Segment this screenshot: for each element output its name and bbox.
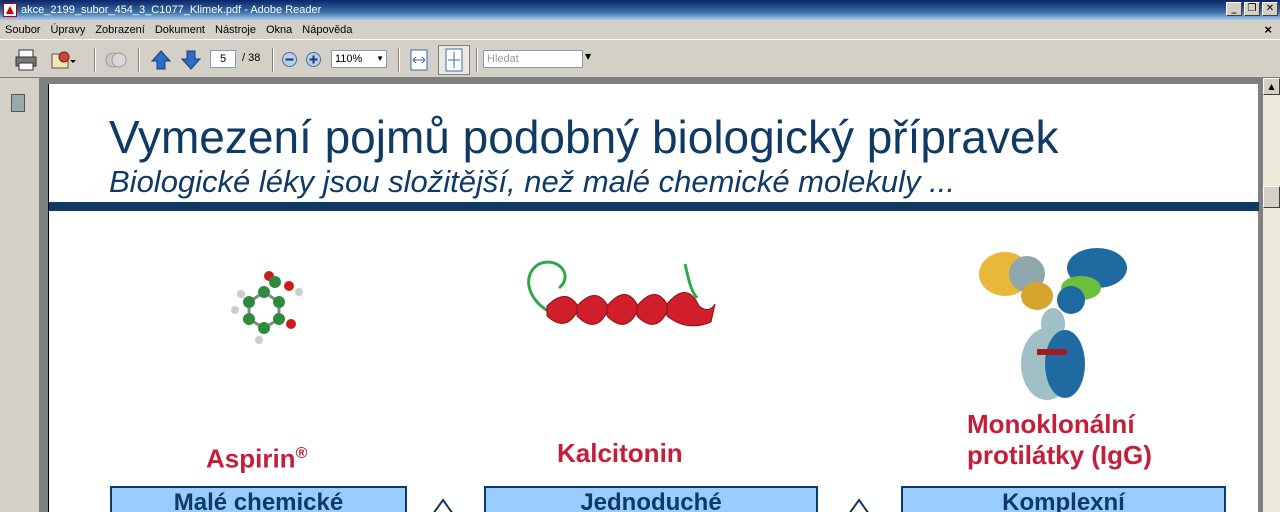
slide-subtitle: Biologické léky jsou složitější, než mal… bbox=[109, 164, 955, 199]
menu-upravy[interactable]: Úpravy bbox=[45, 24, 90, 36]
zoom-select[interactable]: 110% ▼ bbox=[331, 50, 387, 68]
aspirin-molecule-image bbox=[231, 271, 303, 344]
zoom-out-icon[interactable] bbox=[281, 51, 298, 68]
page-number-input[interactable]: 5 bbox=[210, 50, 236, 68]
menu-zobrazeni[interactable]: Zobrazení bbox=[90, 24, 150, 36]
antibody-igg-image bbox=[979, 248, 1127, 400]
page-total: / 38 bbox=[242, 52, 261, 64]
fit-page-icon bbox=[445, 48, 463, 72]
navigation-panel bbox=[0, 78, 40, 512]
caption-aspirin: Aspirin® bbox=[206, 438, 307, 475]
toolbar-separator bbox=[398, 48, 400, 72]
chevron-down-icon: ▼ bbox=[376, 54, 384, 63]
menu-dokument[interactable]: Dokument bbox=[150, 24, 210, 36]
menu-napoveda[interactable]: Nápověda bbox=[297, 24, 357, 36]
close-document-button[interactable]: × bbox=[1264, 22, 1272, 37]
caption-aspirin-text: Aspirin bbox=[206, 443, 296, 474]
menu-okna[interactable]: Okna bbox=[261, 24, 297, 36]
zoom-value: 110% bbox=[335, 53, 363, 65]
previous-page-icon[interactable] bbox=[150, 49, 172, 71]
caption-mab-line2: protilátky (IgG) bbox=[967, 440, 1152, 470]
collaborate-icon[interactable] bbox=[104, 48, 128, 72]
toolbar-separator bbox=[138, 48, 140, 72]
email-attach-icon[interactable] bbox=[50, 48, 76, 72]
adobe-reader-icon bbox=[3, 3, 17, 17]
minimize-button[interactable]: _ bbox=[1226, 2, 1242, 16]
registered-mark: ® bbox=[295, 445, 308, 462]
fit-page-button[interactable] bbox=[438, 45, 470, 75]
caption-monoclonal-antibodies: Monoklonální protilátky (IgG) bbox=[967, 409, 1152, 471]
title-bar: akce_2199_subor_454_3_C1077_Klimek.pdf -… bbox=[0, 0, 1280, 20]
print-icon[interactable] bbox=[14, 48, 38, 72]
search-input[interactable]: Hledat bbox=[483, 50, 583, 68]
caption-mab-line1: Monoklonální bbox=[967, 409, 1135, 439]
arrow-connector-icon bbox=[849, 498, 869, 512]
vertical-scrollbar[interactable]: ▲ bbox=[1263, 78, 1280, 512]
window-title: akce_2199_subor_454_3_C1077_Klimek.pdf -… bbox=[21, 4, 322, 16]
chevron-down-icon[interactable]: ▼ bbox=[585, 52, 591, 61]
slide-title: Vymezení pojmů podobný biologický přípra… bbox=[109, 111, 1059, 163]
caption-kalcitonin: Kalcitonin bbox=[557, 438, 683, 468]
toolbar: 5 / 38 110% ▼ Hledat ▼ bbox=[0, 39, 1280, 78]
fit-width-icon[interactable] bbox=[408, 48, 430, 72]
arrow-connector-icon bbox=[433, 498, 453, 512]
scrollbar-thumb[interactable] bbox=[1263, 186, 1280, 208]
toolbar-separator bbox=[94, 48, 96, 72]
scroll-up-icon[interactable]: ▲ bbox=[1263, 78, 1280, 95]
category-box-simple: Jednoduché bbox=[484, 486, 818, 512]
toolbar-separator bbox=[476, 48, 478, 72]
window-controls: _ ❐ ✕ bbox=[1226, 2, 1278, 16]
pages-icon[interactable] bbox=[11, 94, 25, 112]
next-page-icon[interactable] bbox=[180, 49, 202, 71]
category-box-complex: Komplexní bbox=[901, 486, 1226, 512]
document-page: Vymezení pojmů podobný biologický přípra… bbox=[48, 84, 1259, 512]
toolbar-separator bbox=[272, 48, 274, 72]
category-box-small-molecules: Malé chemické bbox=[110, 486, 407, 512]
zoom-in-icon[interactable] bbox=[305, 51, 322, 68]
restore-button[interactable]: ❐ bbox=[1244, 2, 1260, 16]
menu-bar: Soubor Úpravy Zobrazení Dokument Nástroj… bbox=[0, 20, 1280, 39]
close-button[interactable]: ✕ bbox=[1262, 2, 1278, 16]
menu-nastroje[interactable]: Nástroje bbox=[210, 24, 261, 36]
title-divider bbox=[49, 202, 1259, 211]
menu-soubor[interactable]: Soubor bbox=[0, 24, 45, 36]
calcitonin-helix-image bbox=[527, 260, 716, 327]
